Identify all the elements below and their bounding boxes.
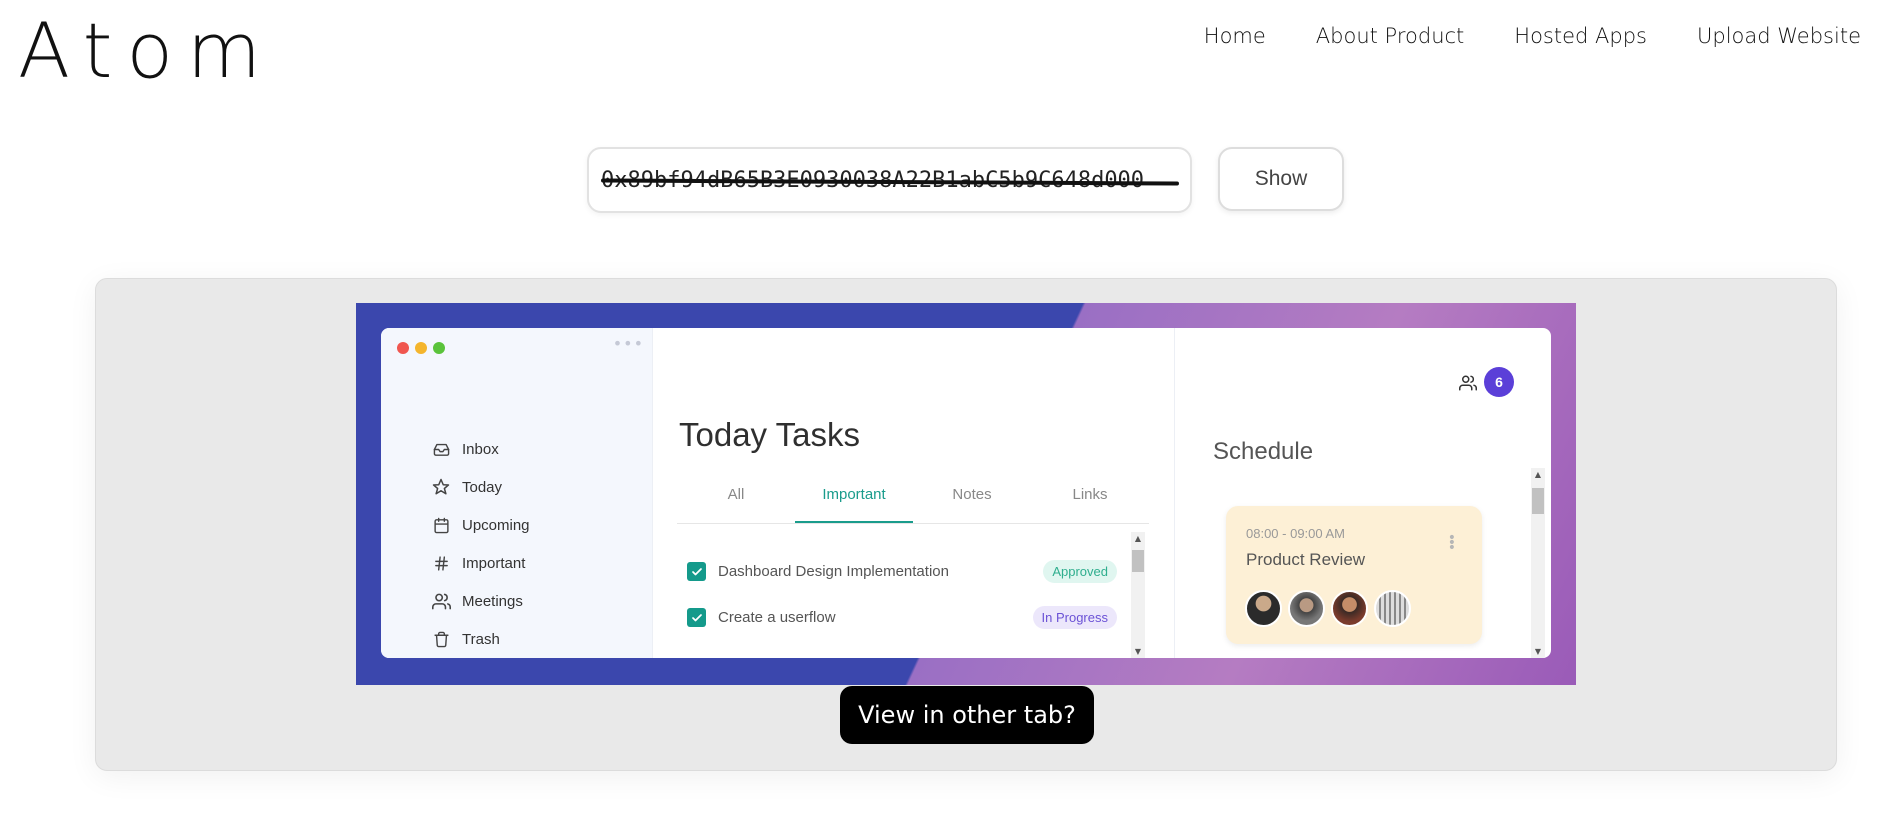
task-title: Dashboard Design Implementation	[718, 563, 949, 580]
task-title: Create a userflow	[718, 609, 836, 626]
tasks-tabs: All Important Notes Links	[677, 468, 1149, 524]
main-nav: Home About Product Hosted Apps Upload We…	[1204, 24, 1861, 48]
checkbox-checked-icon	[687, 562, 706, 581]
schedule-panel: 6 Schedule 08:00 - 09:00 AM Product Revi…	[1175, 328, 1551, 658]
nav-home[interactable]: Home	[1204, 24, 1266, 48]
calendar-icon	[431, 515, 451, 535]
sidebar-item-important: Important	[431, 544, 530, 582]
app-sidebar: ••• Inbox Today Upcoming Important Meeti…	[381, 328, 653, 658]
more-horizontal-icon: •••	[612, 334, 644, 353]
sidebar-item-label: Upcoming	[462, 516, 530, 534]
top-bar: Atom Home About Product Hosted Apps Uplo…	[0, 0, 1903, 100]
website-preview-screenshot: ••• Inbox Today Upcoming Important Meeti…	[356, 303, 1576, 685]
sidebar-item-label: Meetings	[462, 592, 523, 610]
task-row: Create a userflow In Progress	[687, 606, 1117, 629]
app-window: ••• Inbox Today Upcoming Important Meeti…	[381, 328, 1551, 658]
star-icon	[431, 477, 451, 497]
tab-important: Important	[795, 468, 913, 523]
avatar	[1288, 590, 1325, 627]
minimize-dot-icon	[415, 342, 427, 354]
tab-notes: Notes	[952, 486, 992, 503]
event-time: 08:00 - 09:00 AM	[1246, 526, 1346, 541]
event-title: Product Review	[1246, 550, 1366, 569]
avatar	[1374, 590, 1411, 627]
logo[interactable]: Atom	[18, 6, 275, 95]
member-count-badge: 6	[1484, 367, 1514, 397]
status-badge: In Progress	[1032, 606, 1117, 629]
scrollbar-thumb	[1532, 488, 1544, 514]
hash-icon	[431, 553, 451, 573]
scroll-up-arrow-icon: ▲	[1134, 534, 1142, 543]
schedule-scrollbar: ▲ ▼	[1531, 468, 1545, 658]
scroll-down-arrow-icon: ▼	[1534, 647, 1542, 656]
scroll-up-arrow-icon: ▲	[1534, 470, 1542, 479]
show-button[interactable]: Show	[1218, 147, 1344, 211]
sidebar-item-label: Inbox	[462, 440, 499, 458]
scroll-down-arrow-icon: ▼	[1134, 647, 1142, 656]
address-field-wrapper	[587, 147, 1192, 213]
window-controls	[397, 342, 445, 354]
sidebar-item-meetings: Meetings	[431, 582, 530, 620]
tasks-scrollbar: ▲ ▼	[1131, 532, 1145, 658]
nav-upload-website[interactable]: Upload Website	[1697, 24, 1861, 48]
tab-all: All	[727, 486, 745, 503]
sidebar-menu: Inbox Today Upcoming Important Meetings …	[431, 430, 530, 658]
close-dot-icon	[397, 342, 409, 354]
sidebar-item-trash: Trash	[431, 620, 530, 658]
inbox-icon	[431, 439, 451, 459]
nav-hosted-apps[interactable]: Hosted Apps	[1514, 24, 1647, 48]
tab-links: Links	[1072, 486, 1108, 503]
sidebar-item-label: Important	[462, 554, 526, 572]
nav-about-product[interactable]: About Product	[1316, 24, 1465, 48]
schedule-title: Schedule	[1213, 438, 1314, 465]
avatar	[1331, 590, 1368, 627]
event-card: 08:00 - 09:00 AM Product Review • • •	[1226, 506, 1482, 644]
view-in-other-tab-button[interactable]: View in other tab?	[840, 686, 1094, 744]
avatar	[1245, 590, 1282, 627]
users-icon	[431, 591, 451, 611]
attendee-avatars	[1245, 590, 1411, 627]
trash-icon	[431, 629, 451, 649]
tasks-title: Today Tasks	[679, 416, 860, 453]
sidebar-item-upcoming: Upcoming	[431, 506, 530, 544]
sidebar-item-label: Today	[462, 478, 503, 496]
search-row: Show	[587, 147, 1344, 213]
scrollbar-thumb	[1132, 550, 1144, 572]
sidebar-item-today: Today	[431, 468, 530, 506]
team-members-icon	[1459, 374, 1478, 396]
maximize-dot-icon	[433, 342, 445, 354]
sidebar-item-label: Trash	[462, 630, 500, 648]
sidebar-item-inbox: Inbox	[431, 430, 530, 468]
more-vertical-icon: • • •	[1447, 530, 1456, 556]
tasks-panel: Today Tasks All Important Notes Links Da…	[653, 328, 1175, 658]
task-row: Dashboard Design Implementation Approved	[687, 560, 1117, 583]
status-badge: Approved	[1043, 560, 1117, 583]
checkbox-checked-icon	[687, 608, 706, 627]
